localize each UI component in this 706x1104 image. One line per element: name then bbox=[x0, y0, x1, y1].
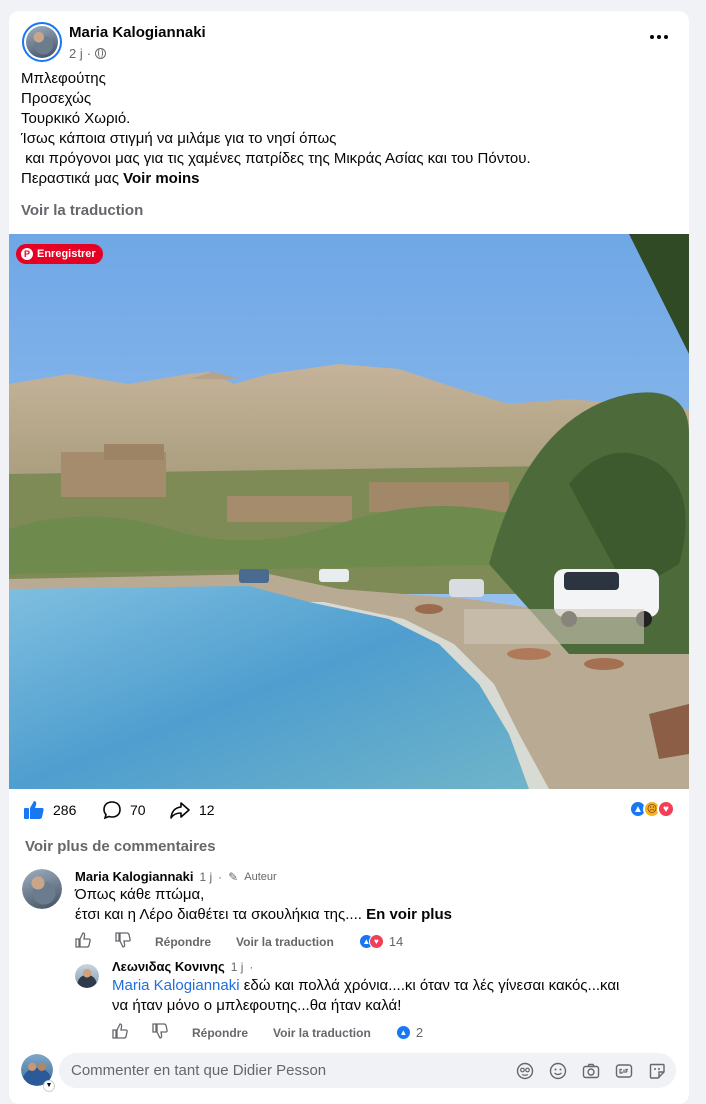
globe-icon bbox=[95, 48, 107, 59]
comment-translate-link[interactable]: Voir la traduction bbox=[236, 935, 334, 949]
share-count: 12 bbox=[199, 802, 215, 818]
share-arrow-icon bbox=[170, 802, 190, 819]
pencil-icon: ✎ bbox=[228, 869, 239, 884]
post-line: Προσεχώς bbox=[21, 90, 92, 107]
post-line: Ίσως κάποια στιγμή να μιλάμε για το νησί… bbox=[21, 130, 337, 147]
thumbs-up-icon bbox=[24, 801, 44, 819]
post-author-name[interactable]: Maria Kalogiannaki bbox=[69, 24, 206, 41]
see-more-link[interactable]: En voir plus bbox=[366, 906, 452, 923]
mention-link[interactable]: Maria Kalogiannaki bbox=[112, 977, 240, 994]
reply-author-name[interactable]: Λεωνιδας Κονινης bbox=[112, 959, 225, 974]
comment-input[interactable] bbox=[59, 1053, 499, 1088]
post-text: Μπλεφούτης Προσεχώς Τουρκικό Χωριό. Ίσως… bbox=[21, 69, 531, 189]
pinterest-save-label: Enregistrer bbox=[37, 248, 96, 260]
emoji-icon[interactable] bbox=[548, 1061, 567, 1080]
composer-icons bbox=[515, 1061, 666, 1080]
comment-time[interactable]: 1 j bbox=[199, 870, 212, 884]
author-avatar[interactable] bbox=[22, 22, 62, 62]
comment-header: Maria Kalogiannaki 1 j · ✎ Auteur bbox=[75, 869, 277, 884]
reply-text: Maria Kalogiannaki εδώ και πολλά χρόνια.… bbox=[112, 977, 620, 1014]
meta-separator: · bbox=[249, 959, 254, 974]
reply-author-avatar[interactable] bbox=[75, 964, 99, 988]
pinterest-save-button[interactable]: P Enregistrer bbox=[16, 244, 103, 264]
gif-icon[interactable] bbox=[614, 1061, 633, 1080]
post-photo[interactable]: P Enregistrer bbox=[9, 234, 689, 789]
see-less-link[interactable]: Voir moins bbox=[123, 170, 199, 187]
chevron-down-icon[interactable]: ▼ bbox=[43, 1080, 55, 1092]
reply-actions: Répondre Voir la traduction ▲ 2 bbox=[112, 1023, 423, 1042]
comment-reaction-count: 14 bbox=[388, 934, 404, 949]
comment-author-name[interactable]: Maria Kalogiannaki bbox=[75, 869, 193, 884]
comment-button[interactable]: 70 bbox=[102, 796, 146, 824]
comment-composer bbox=[59, 1053, 676, 1088]
like-button[interactable]: 286 bbox=[23, 796, 76, 824]
share-button[interactable]: 12 bbox=[169, 796, 215, 824]
reply-button[interactable]: Répondre bbox=[192, 1026, 248, 1040]
post-meta: 2 j · bbox=[69, 46, 107, 61]
comment-like-icon[interactable] bbox=[75, 932, 93, 951]
love-reaction-icon: ♥ bbox=[368, 934, 384, 949]
reply-time[interactable]: 1 j bbox=[231, 960, 244, 974]
comment-bubble-icon bbox=[103, 801, 121, 820]
more-options-button[interactable] bbox=[647, 29, 671, 45]
see-more-comments-link[interactable]: Voir plus de commentaires bbox=[25, 838, 216, 855]
comment-author-avatar[interactable] bbox=[22, 869, 62, 909]
reply-translate-link[interactable]: Voir la traduction bbox=[273, 1026, 371, 1040]
reply-reactions[interactable]: ▲ 2 bbox=[395, 1025, 424, 1040]
comment-text: Όπως κάθε πτώμα, έτσι και η Λέρο διαθέτε… bbox=[75, 886, 452, 923]
comment-dislike-icon[interactable] bbox=[152, 1023, 170, 1042]
post-time[interactable]: 2 j bbox=[69, 46, 83, 61]
see-translation-link[interactable]: Voir la traduction bbox=[21, 202, 143, 219]
reactions-summary[interactable]: ▲ ☹ ♥ bbox=[629, 800, 675, 818]
reply-reaction-count: 2 bbox=[415, 1025, 424, 1040]
meta-separator: · bbox=[218, 869, 223, 884]
reply-header: Λεωνιδας Κονινης 1 j · bbox=[112, 959, 253, 974]
comment-actions: Répondre Voir la traduction ▲ ♥ 14 bbox=[75, 932, 403, 951]
camera-icon[interactable] bbox=[581, 1061, 600, 1080]
comment-count: 70 bbox=[130, 802, 146, 818]
post-line: και πρόγονοι μας για τις χαμένες πατρίδε… bbox=[21, 150, 531, 167]
comment-reactions[interactable]: ▲ ♥ 14 bbox=[358, 934, 404, 949]
post-line: Τουρκικό Χωριό. bbox=[21, 110, 131, 127]
love-reaction-icon: ♥ bbox=[657, 800, 675, 818]
post-card: Maria Kalogiannaki 2 j · Μπλεφούτης Προσ… bbox=[9, 11, 689, 1104]
like-reaction-icon: ▲ bbox=[395, 1025, 411, 1040]
post-line: Μπλεφούτης bbox=[21, 70, 106, 87]
post-actions-bar: 286 70 12 ▲ ☹ ♥ bbox=[9, 796, 689, 824]
reply-button[interactable]: Répondre bbox=[155, 935, 211, 949]
comment-dislike-icon[interactable] bbox=[115, 932, 133, 951]
beach-landscape-image bbox=[9, 234, 689, 789]
post-line: Περαστικά μας Voir moins bbox=[21, 170, 200, 187]
author-badge: Auteur bbox=[244, 870, 277, 883]
meta-separator: · bbox=[86, 46, 92, 61]
sticker-icon[interactable] bbox=[647, 1061, 666, 1080]
like-count: 286 bbox=[53, 802, 77, 818]
pinterest-icon: P bbox=[21, 248, 33, 260]
avatar-sticker-icon[interactable] bbox=[515, 1061, 534, 1080]
comment-like-icon[interactable] bbox=[112, 1023, 130, 1042]
